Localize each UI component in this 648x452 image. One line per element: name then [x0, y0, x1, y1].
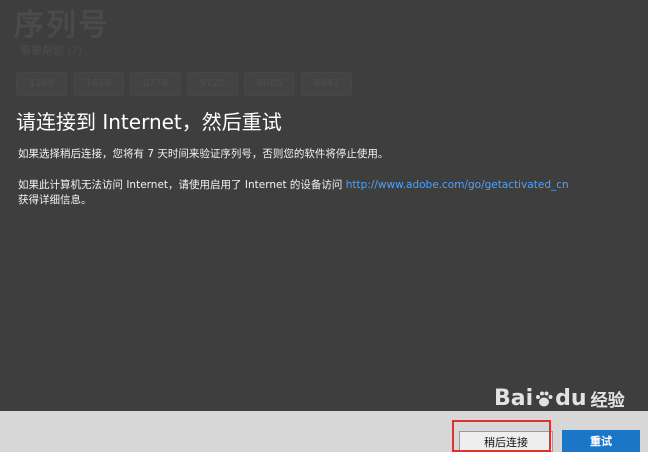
watermark-text-du: du [555, 386, 587, 411]
watermark-text-jingyan: 经验 [590, 391, 625, 411]
retry-button[interactable]: 重试 [562, 430, 640, 452]
background-title: 序列号 [14, 8, 110, 43]
paw-icon [536, 391, 553, 406]
serial-box: 6005 [244, 72, 295, 96]
highlight-box [452, 420, 551, 452]
background-serial-boxes: 1100 1618 0774 9720 6005 8443 [16, 72, 352, 96]
dialog-paragraph-offline: 如果此计算机无法访问 Internet，请使用启用了 Internet 的设备访… [18, 178, 638, 208]
background-subtitle: 需要帮助 (?) [20, 44, 82, 57]
dialog-heading: 请连接到 Internet，然后重试 [16, 110, 282, 134]
serial-box: 1100 [16, 72, 67, 96]
paragraph-offline-prefix: 如果此计算机无法访问 Internet，请使用启用了 Internet 的设备访… [18, 179, 346, 191]
serial-box: 8443 [301, 72, 352, 96]
paragraph-offline-suffix: 获得详细信息。 [18, 194, 92, 206]
watermark-text-bai: Bai [494, 386, 534, 411]
activation-link[interactable]: http://www.adobe.com/go/getactivated_cn [346, 179, 569, 191]
serial-box: 9720 [187, 72, 238, 96]
serial-box: 0774 [130, 72, 181, 96]
baidu-watermark: Bai du 经验 [494, 386, 625, 411]
dialog-paragraph-later: 如果选择稍后连接，您将有 7 天时间来验证序列号，否则您的软件将停止使用。 [18, 148, 389, 160]
serial-box: 1618 [73, 72, 124, 96]
